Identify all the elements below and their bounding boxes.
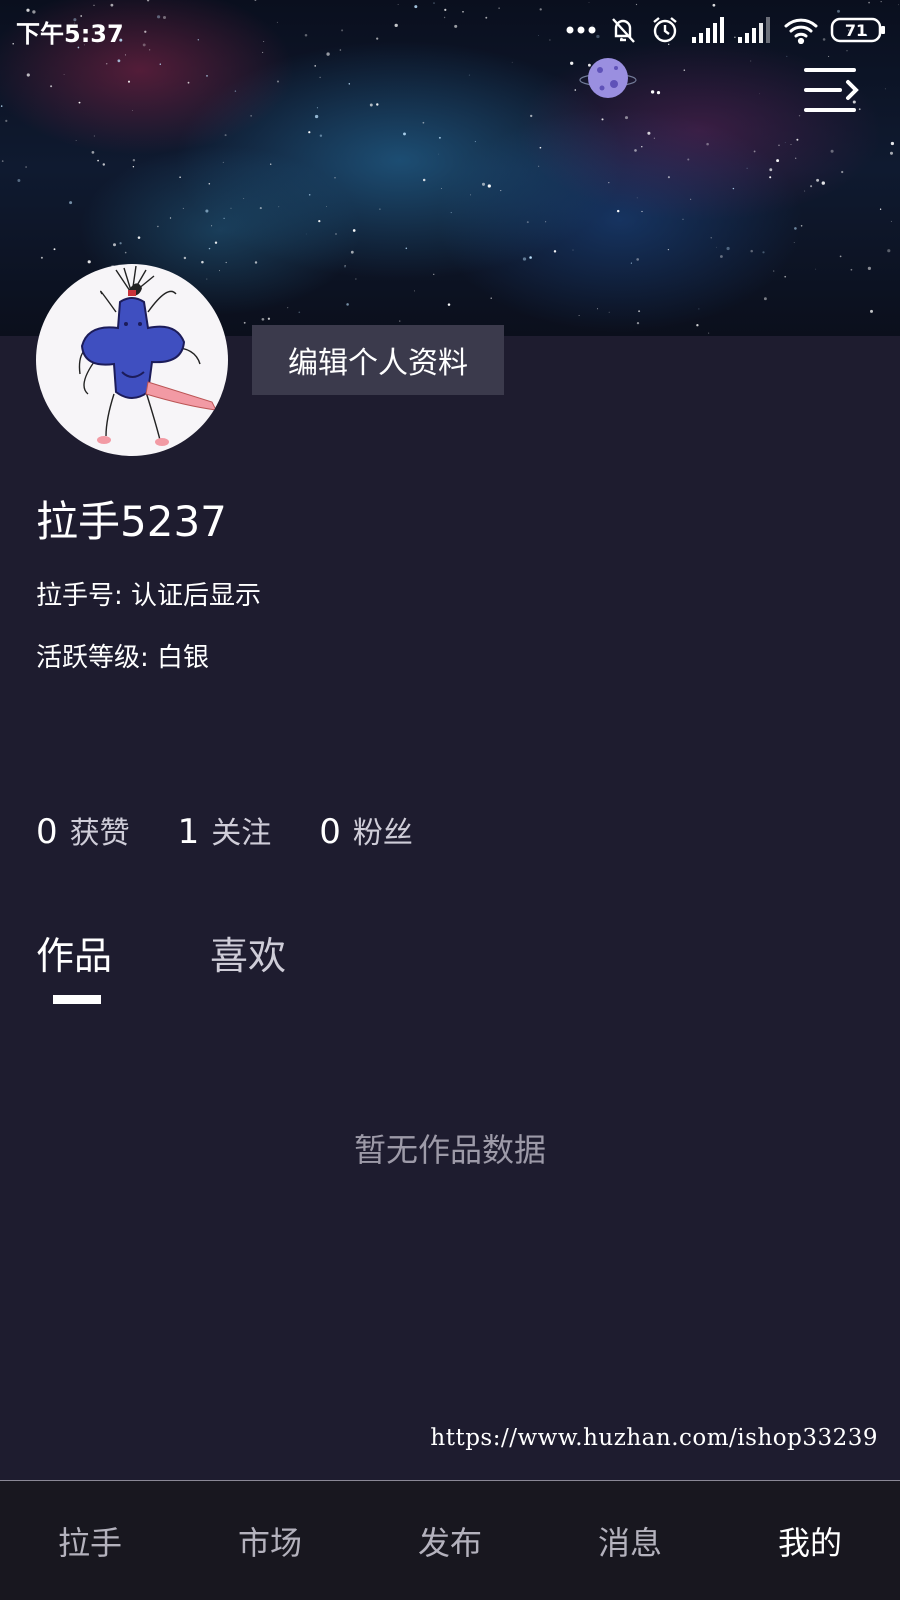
watermark-url: https://www.huzhan.com/ishop33239: [430, 1425, 878, 1451]
bottom-nav: 拉手 市场 发布 消息 我的: [0, 1480, 900, 1600]
alarm-clock-icon: [650, 15, 680, 45]
nav-item-mine[interactable]: 我的: [720, 1481, 900, 1600]
account-id: 拉手号: 认证后显示: [36, 581, 262, 611]
cell-signal-icon: [738, 17, 772, 43]
status-time: 下午5:37: [16, 20, 124, 48]
stat-label: 获赞: [69, 816, 130, 851]
battery-icon: 71: [830, 17, 886, 43]
avatar-illustration: [78, 265, 217, 446]
nav-item-market[interactable]: 市场: [180, 1481, 360, 1600]
nav-item-lashou[interactable]: 拉手: [0, 1481, 180, 1600]
nav-item-messages[interactable]: 消息: [540, 1481, 720, 1600]
stat-followers[interactable]: 0 粉丝: [319, 808, 413, 852]
wifi-icon: [784, 16, 818, 44]
tab-active-indicator: [53, 995, 101, 1004]
planet-icon: [578, 54, 638, 102]
status-bar: 下午5:37 71: [0, 0, 900, 60]
avatar[interactable]: [36, 264, 228, 456]
activity-level: 活跃等级: 白银: [36, 643, 210, 673]
bell-off-icon: [608, 15, 638, 45]
edit-profile-button[interactable]: 编辑个人资料: [252, 325, 504, 395]
cell-signal-icon: [692, 17, 726, 43]
tab-works[interactable]: 作品: [36, 928, 112, 984]
tab-likes[interactable]: 喜欢: [210, 928, 286, 984]
stat-label: 粉丝: [352, 816, 413, 851]
stat-likes[interactable]: 0 获赞: [36, 808, 130, 852]
empty-state-message: 暂无作品数据: [353, 1131, 546, 1169]
profile-stats: 0 获赞 1 关注 0 粉丝: [36, 808, 461, 858]
stat-count: 1: [177, 812, 200, 852]
stat-following[interactable]: 1 关注: [178, 808, 272, 852]
stat-count: 0: [36, 812, 58, 852]
menu-button[interactable]: [800, 62, 862, 118]
nav-item-publish[interactable]: 发布: [360, 1481, 540, 1600]
more-dots-icon: [566, 25, 596, 35]
status-icons: 71: [566, 14, 886, 46]
stat-label: 关注: [211, 816, 272, 851]
menu-arrow-icon: [804, 68, 859, 112]
stat-count: 0: [319, 812, 341, 852]
battery-level: 71: [845, 21, 867, 40]
username: 拉手5237: [36, 497, 227, 546]
